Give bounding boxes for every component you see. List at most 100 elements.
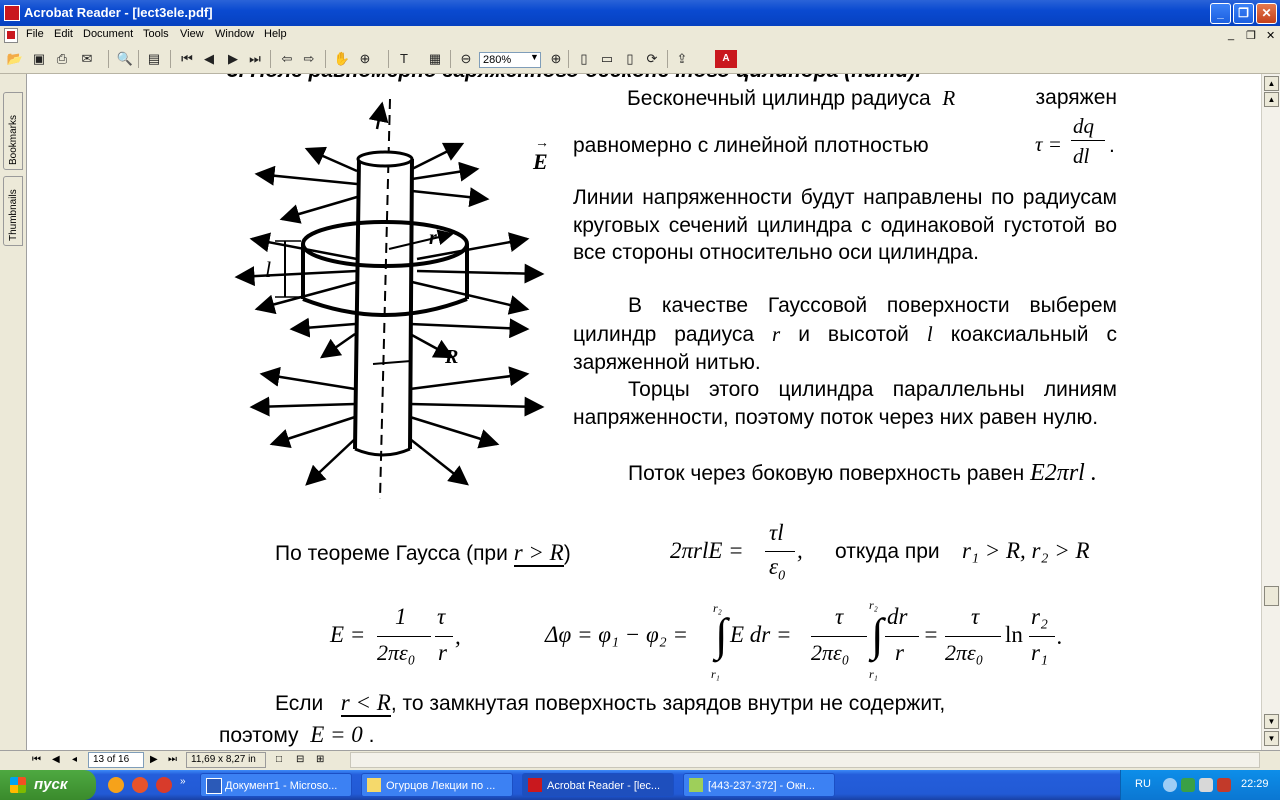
menu-edit[interactable]: Edit: [54, 28, 73, 40]
status-last-page-icon[interactable]: ⏭: [168, 754, 177, 765]
tab-thumbnails[interactable]: Thumbnails: [3, 176, 23, 246]
minimize-button[interactable]: _: [1210, 3, 1231, 24]
quicklaunch-opera-icon[interactable]: [132, 777, 148, 793]
label-E: E: [532, 149, 548, 174]
hand-tool-icon[interactable]: ✋: [333, 50, 351, 68]
scroll-down-icon-2[interactable]: ▼: [1264, 731, 1279, 746]
next-page-icon[interactable]: ▶: [224, 50, 242, 68]
toolbar: 📂 ▣ ⎙ ✉ 🔍 ▤ ⏮ ◀ ▶ ⏭ ⇦ ⇨ ✋ ⊕ T ▦ ⊖ ⊕ ▯ ▭ …: [0, 45, 1280, 74]
eqphi-dot: .: [1057, 624, 1063, 649]
scroll-down-icon[interactable]: ▼: [1264, 714, 1279, 729]
restore-button[interactable]: ❐: [1233, 3, 1254, 24]
continuous-icon[interactable]: ⊟: [296, 754, 304, 765]
scroll-thumb[interactable]: [1264, 586, 1279, 606]
document-view[interactable]: 3. Поле равномерно заряженного бесконечн…: [27, 74, 1261, 750]
task-window[interactable]: [443-237-372] - Окн...: [683, 773, 835, 797]
email-icon[interactable]: ✉: [78, 50, 96, 68]
rotate-view-icon[interactable]: ⟳: [643, 50, 661, 68]
last-page-icon[interactable]: ⏭: [246, 50, 264, 68]
quicklaunch-more-icon[interactable]: »: [180, 776, 186, 787]
window-title: Acrobat Reader - [lect3ele.pdf]: [24, 5, 213, 20]
menu-file[interactable]: File: [26, 28, 44, 40]
find-icon[interactable]: 🔍: [116, 50, 134, 68]
task-acrobat[interactable]: Acrobat Reader - [lec...: [522, 773, 674, 797]
status-first-page-icon[interactable]: ⏮: [32, 754, 41, 765]
task-lectures[interactable]: Огурцов Лекции по ...: [361, 773, 513, 797]
integral-sign-1: ∫: [715, 609, 728, 660]
para4: Торцы этого цилиндра параллельны линиям …: [573, 378, 1117, 429]
task-word[interactable]: Документ1 - Microso...: [200, 773, 352, 797]
zoom-dropdown-icon[interactable]: ▼: [530, 52, 539, 62]
text-select-icon[interactable]: T: [395, 50, 413, 68]
quicklaunch-media-icon[interactable]: [156, 777, 172, 793]
adobe-logo-icon[interactable]: A: [715, 50, 737, 68]
go-back-icon[interactable]: ⇦: [278, 50, 296, 68]
eqphi-frac-num: dr: [887, 604, 908, 629]
page-size-readout: 11,69 x 8,27 in: [186, 752, 266, 768]
scroll-up-icon-2[interactable]: ▲: [1264, 92, 1279, 107]
close-button[interactable]: ✕: [1256, 3, 1277, 24]
menu-document[interactable]: Document: [83, 28, 133, 40]
system-tray: RU 22:29: [1120, 770, 1280, 800]
fit-width-icon[interactable]: ▯: [621, 50, 639, 68]
save-icon[interactable]: ▣: [30, 50, 48, 68]
eqE-den2: r: [438, 640, 447, 665]
first-page-icon[interactable]: ⏮: [178, 50, 196, 68]
facing-icon[interactable]: ⊞: [316, 754, 324, 765]
taskbar: пуск » Документ1 - Microso... Огурцов Ле…: [0, 770, 1280, 800]
para1-line2: равномерно с линейной плотностью τ = dq …: [573, 114, 1115, 168]
doc-close-button[interactable]: ✕: [1266, 29, 1275, 42]
eqphi-ln-den: r₁: [1031, 640, 1048, 665]
label-r: r: [429, 227, 437, 249]
status-prev-page-icon-2[interactable]: ◂: [72, 754, 77, 765]
status-prev-page-icon[interactable]: ◀: [52, 754, 60, 765]
para3: В качестве Гауссовой поверхности выберем…: [573, 294, 1117, 374]
go-forward-icon[interactable]: ⇨: [300, 50, 318, 68]
single-page-icon[interactable]: □: [276, 754, 282, 765]
status-next-page-icon[interactable]: ▶: [150, 754, 158, 765]
fit-page-icon[interactable]: ▭: [598, 50, 616, 68]
tray-volume-icon[interactable]: [1199, 778, 1213, 792]
tray-network-icon[interactable]: [1181, 778, 1195, 792]
zoom-tool-icon[interactable]: ⊕: [356, 50, 374, 68]
document-icon[interactable]: [4, 28, 18, 43]
print-icon[interactable]: ⎙: [53, 50, 71, 68]
zoom-out-icon[interactable]: ⊖: [457, 50, 475, 68]
zoom-in-icon[interactable]: ⊕: [547, 50, 565, 68]
eqE-lhs: E =: [330, 622, 366, 647]
title-bar[interactable]: Acrobat Reader - [lect3ele.pdf] _ ❐ ✕: [0, 0, 1280, 26]
acrobat-app-icon[interactable]: [4, 5, 20, 21]
integral-sign-2: ∫: [871, 609, 884, 660]
doc-restore-button[interactable]: ❐: [1246, 29, 1256, 42]
page-number-field[interactable]: 13 of 16: [88, 752, 144, 768]
tab-bookmarks[interactable]: Bookmarks: [3, 92, 23, 170]
navigation-pane: Bookmarks Thumbnails: [0, 74, 27, 750]
show-hide-navpane-icon[interactable]: ▤: [145, 50, 163, 68]
gauss-text: По теореме Гаусса (при r > R): [275, 540, 571, 567]
actual-size-icon[interactable]: ▯: [575, 50, 593, 68]
export-icon[interactable]: ⇪: [673, 50, 691, 68]
horizontal-scrollbar[interactable]: [350, 752, 1260, 768]
gauss-cond2: r₁ > R, r₂ > R: [962, 538, 1090, 563]
start-button[interactable]: пуск: [0, 770, 96, 800]
eqE-num1: 1: [395, 604, 407, 629]
gauss-where: откуда при: [835, 540, 940, 563]
tray-security-icon[interactable]: [1217, 778, 1231, 792]
menu-view[interactable]: View: [180, 28, 204, 40]
bookmarks-tab-label: Bookmarks: [8, 114, 19, 165]
previous-page-icon[interactable]: ◀: [200, 50, 218, 68]
gauss-den: ε0: [769, 554, 786, 584]
open-icon[interactable]: 📂: [6, 50, 24, 68]
table-select-icon[interactable]: ▦: [426, 50, 444, 68]
language-indicator[interactable]: RU: [1135, 778, 1151, 790]
quicklaunch-firefox-icon[interactable]: [108, 777, 124, 793]
vertical-scrollbar[interactable]: ▲ ▲ ▼ ▼: [1261, 74, 1280, 750]
menu-window[interactable]: Window: [215, 28, 254, 40]
menu-help[interactable]: Help: [264, 28, 287, 40]
tray-expand-icon[interactable]: [1163, 778, 1177, 792]
scroll-up-icon[interactable]: ▲: [1264, 76, 1279, 91]
last-line1: Если r < R, то замкнутая поверхность зар…: [275, 690, 946, 717]
cylinder-field-figure: E → l r R: [234, 99, 549, 499]
doc-minimize-button[interactable]: _: [1228, 29, 1234, 41]
menu-tools[interactable]: Tools: [143, 28, 169, 40]
